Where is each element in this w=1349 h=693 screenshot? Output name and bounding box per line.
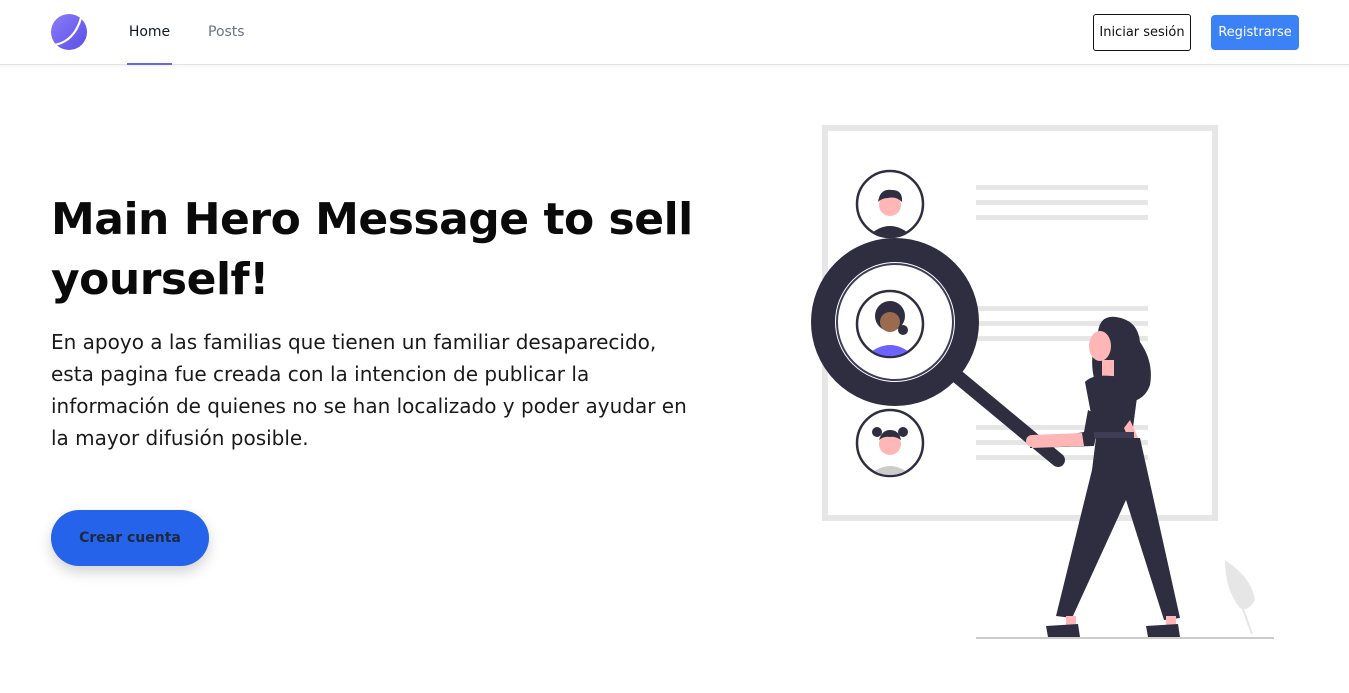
- hero-title: Main Hero Message to sell yourself!: [51, 194, 693, 305]
- leaf-icon: [1225, 560, 1255, 635]
- logo-icon[interactable]: [51, 14, 87, 50]
- avatar: [855, 408, 925, 478]
- nav-posts-link[interactable]: Posts: [208, 0, 245, 64]
- avatar: [855, 169, 925, 239]
- nav-home-link[interactable]: Home: [127, 0, 172, 65]
- navbar: Home Posts Iniciar sesión Registrarse: [0, 0, 1349, 65]
- create-account-button[interactable]: Crear cuenta: [51, 510, 209, 566]
- search-people-illustration: [811, 125, 1274, 639]
- avatar: [855, 289, 925, 359]
- magnifying-glass-icon: [811, 238, 1065, 467]
- login-button[interactable]: Iniciar sesión: [1093, 14, 1191, 51]
- hero-description: En apoyo a las familias que tienen un fa…: [51, 330, 687, 450]
- register-button[interactable]: Registrarse: [1211, 15, 1299, 50]
- woman-figure: [1026, 316, 1180, 637]
